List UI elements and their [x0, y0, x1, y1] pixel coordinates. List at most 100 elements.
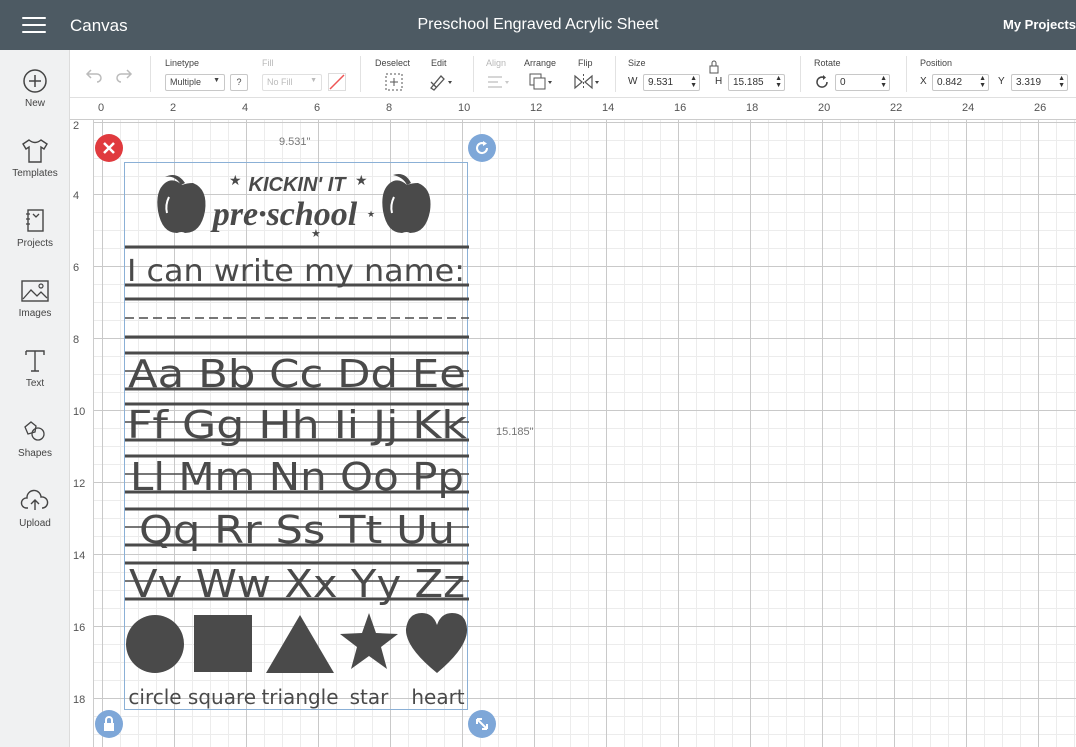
- shape-label: star: [350, 685, 390, 709]
- stepper-icon: ▲ ▼: [979, 75, 986, 89]
- stepper-icon: ▲ ▼: [1058, 75, 1065, 89]
- sidebar-item-label: Upload: [19, 518, 51, 529]
- position-label: Position: [920, 58, 953, 68]
- ruler-tick: 14: [73, 550, 86, 562]
- arrange-icon[interactable]: [528, 72, 556, 92]
- height-value: 15.185: [733, 77, 764, 88]
- my-projects-link[interactable]: My Projects: [1003, 17, 1076, 32]
- alphabet-row: Qq Rr Ss Tt Uu: [125, 507, 469, 552]
- sidebar-item-projects[interactable]: Projects: [0, 208, 70, 270]
- resize-handle[interactable]: [468, 710, 496, 738]
- header-line-2: pre·school: [210, 196, 358, 233]
- rotate-input[interactable]: 0 ▲ ▼: [835, 74, 890, 91]
- ruler-tick: 18: [73, 694, 86, 706]
- alphabet-row-text: Ff Gg Hh Ii Jj Kk: [127, 403, 467, 447]
- linetype-help-button[interactable]: ?: [230, 74, 248, 91]
- sidebar-item-upload[interactable]: Upload: [0, 488, 70, 550]
- shape-label: heart: [411, 685, 464, 709]
- sidebar-item-label: Shapes: [18, 448, 52, 459]
- align-icon[interactable]: [486, 72, 512, 92]
- height-input[interactable]: 15.185 ▲ ▼: [728, 74, 785, 91]
- stepper-icon: ▲ ▼: [880, 75, 887, 89]
- shape-label: square: [188, 685, 256, 709]
- square-shape: [194, 615, 252, 672]
- project-title: Preschool Engraved Acrylic Sheet: [417, 16, 659, 33]
- x-label: X: [920, 76, 927, 87]
- sidebar-item-templates[interactable]: Templates: [0, 138, 70, 200]
- alphabet-row: Ff Gg Hh Ii Jj Kk: [125, 402, 469, 447]
- cloud-upload-icon: [20, 489, 49, 510]
- undo-icon[interactable]: [84, 66, 104, 84]
- shirt-icon: [22, 139, 48, 163]
- ruler-tick: 26: [1034, 102, 1047, 114]
- heart-shape: [405, 613, 468, 673]
- y-input[interactable]: 3.319 ▲ ▼: [1011, 74, 1068, 91]
- rotate-value: 0: [840, 77, 846, 88]
- sidebar-item-label: Text: [25, 378, 45, 389]
- rotate-handle[interactable]: [468, 134, 496, 162]
- x-value: 0.842: [937, 77, 963, 88]
- width-dimension-label: 9.531": [279, 136, 311, 148]
- flip-label: Flip: [578, 58, 593, 68]
- ruler-tick: 8: [73, 334, 80, 346]
- ruler-tick: 16: [73, 622, 86, 634]
- ruler-tick: 16: [674, 102, 687, 114]
- fill-value: No Fill: [267, 77, 293, 87]
- flip-icon[interactable]: [572, 72, 602, 92]
- width-label: W: [628, 76, 638, 87]
- deselect-label: Deselect: [375, 58, 411, 68]
- selected-design[interactable]: ★ ★ ★ ★ KICKIN' IT pre·school I can writ…: [124, 162, 469, 710]
- resize-arrows-icon: [476, 718, 488, 730]
- y-label: Y: [998, 76, 1005, 87]
- width-input[interactable]: 9.531 ▲ ▼: [643, 74, 700, 91]
- ruler-tick: 12: [73, 478, 86, 490]
- triangle-shape: [266, 615, 334, 673]
- alphabet-row-text: Aa Bb Cc Dd Ee: [128, 352, 466, 396]
- rotate-label: Rotate: [814, 58, 841, 68]
- fill-label: Fill: [262, 58, 274, 68]
- linetype-value: Multiple: [170, 77, 202, 87]
- arrange-label: Arrange: [524, 58, 557, 68]
- fill-select[interactable]: No Fill ▼: [262, 74, 322, 91]
- ruler-tick: 8: [386, 102, 393, 114]
- delete-handle[interactable]: [95, 134, 123, 162]
- redo-icon[interactable]: [114, 66, 134, 84]
- top-bar: Canvas Preschool Engraved Acrylic Sheet …: [0, 0, 1076, 50]
- ruler-tick: 10: [73, 406, 86, 418]
- y-value: 3.319: [1016, 77, 1042, 88]
- lock-aspect-icon[interactable]: [708, 60, 720, 74]
- x-input[interactable]: 0.842 ▲ ▼: [932, 74, 989, 91]
- sidebar-item-label: New: [24, 98, 45, 109]
- ruler-tick: 14: [602, 102, 615, 114]
- alphabet-row-text: Ll Mm Nn Oo Pp: [130, 455, 464, 499]
- edit-icon[interactable]: [428, 72, 454, 92]
- edit-label: Edit: [431, 58, 447, 68]
- ruler-tick: 0: [98, 102, 105, 114]
- height-dimension-label: 15.185": [496, 426, 534, 438]
- chevron-down-icon: ▼: [213, 77, 220, 84]
- apple-right-icon: [382, 174, 431, 233]
- sidebar-item-text[interactable]: Text: [0, 348, 70, 410]
- toolbar: Linetype Multiple ▼ ? Fill No Fill ▼ Desel…: [70, 50, 1076, 98]
- deselect-icon[interactable]: [384, 72, 404, 92]
- horizontal-ruler: 0 2 4 6 8 10 12 14 16 18 20 22 24 26: [70, 98, 1076, 120]
- alphabet-row: Vv Ww Xx Yy Zz: [125, 561, 469, 606]
- sidebar-item-new[interactable]: New: [0, 68, 70, 130]
- star-decoration-icon: ★: [229, 173, 242, 189]
- alphabet-row-text: Vv Ww Xx Yy Zz: [129, 562, 465, 606]
- fill-color-swatch-icon[interactable]: [328, 73, 346, 91]
- rotate-icon: [816, 75, 828, 88]
- sidebar-item-label: Images: [18, 308, 52, 319]
- ruler-tick: 24: [962, 102, 975, 114]
- alphabet-row: Ll Mm Nn Oo Pp: [125, 454, 469, 499]
- lock-handle[interactable]: [95, 710, 123, 738]
- left-sidebar: New Templates Projects Images Text Shape…: [0, 50, 70, 747]
- ruler-tick: 18: [746, 102, 759, 114]
- ruler-tick: 4: [242, 102, 249, 114]
- sidebar-item-shapes[interactable]: Shapes: [0, 418, 70, 480]
- linetype-select[interactable]: Multiple ▼: [165, 74, 225, 91]
- stepper-icon: ▲ ▼: [690, 75, 697, 89]
- sidebar-item-images[interactable]: Images: [0, 278, 70, 340]
- apple-left-icon: [157, 175, 206, 233]
- chevron-down-icon: ▼: [310, 77, 317, 84]
